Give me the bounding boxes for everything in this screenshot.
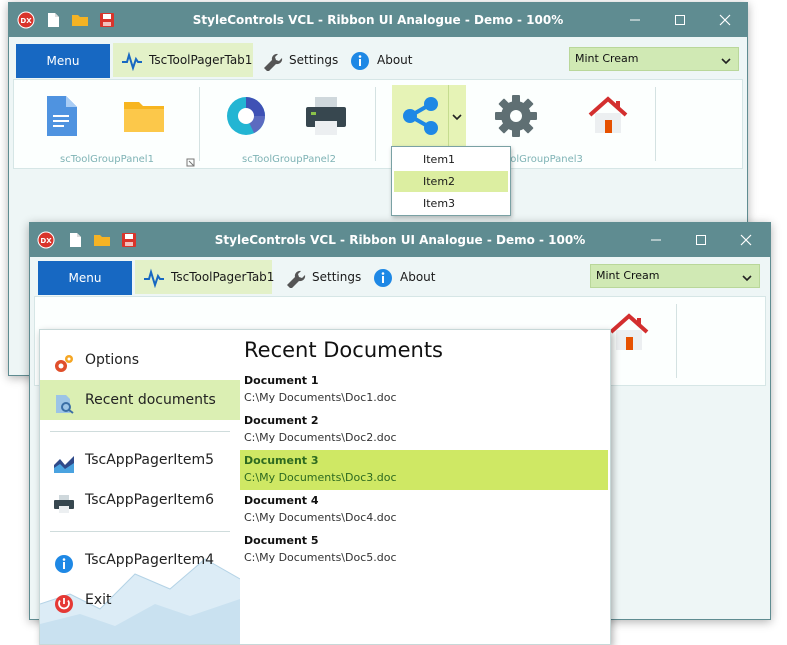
recent-document-item-selected[interactable]: Document 3 C:\My Documents\Doc3.doc xyxy=(240,450,608,490)
split-divider xyxy=(448,85,449,147)
group-caption: scToolGroupPanel2 xyxy=(242,154,336,165)
document-path: C:\My Documents\Doc3.doc xyxy=(244,471,397,484)
pulse-icon xyxy=(143,267,165,289)
group-separator xyxy=(375,87,376,161)
wrench-icon xyxy=(284,267,306,289)
minimize-icon[interactable] xyxy=(626,11,644,29)
document-name: Document 3 xyxy=(244,454,319,467)
maximize-icon[interactable] xyxy=(671,11,689,29)
app-pager-item-label: Options xyxy=(85,352,140,368)
style-combo[interactable]: Mint Cream xyxy=(569,47,739,71)
tab-label: About xyxy=(377,53,413,67)
tab-label: TscToolPagerTab1 xyxy=(171,270,275,284)
recent-documents-panel: Recent Documents Document 1 C:\My Docume… xyxy=(240,330,610,644)
sidebar-divider xyxy=(50,431,230,432)
tab-label: About xyxy=(400,270,436,284)
recent-docs-icon xyxy=(53,390,75,414)
tab-tsctoolpagertab1[interactable]: TscToolPagerTab1 xyxy=(113,43,253,77)
info-icon xyxy=(53,550,75,573)
wrench-icon xyxy=(261,50,283,72)
app-pager-item-recent-documents[interactable]: Recent documents xyxy=(40,380,240,420)
app-pager-item-4[interactable]: TscAppPagerItem4 xyxy=(40,540,240,580)
document-icon[interactable] xyxy=(39,93,85,139)
pulse-icon xyxy=(121,50,143,72)
main-window-front: DX StyleControls VCL - Ribbon UI Analogu… xyxy=(29,222,771,645)
group-separator xyxy=(199,87,200,161)
style-combo[interactable]: Mint Cream xyxy=(590,264,760,288)
folder-icon[interactable] xyxy=(121,93,167,139)
document-path: C:\My Documents\Doc5.doc xyxy=(244,551,397,564)
power-icon xyxy=(53,590,75,613)
home-icon[interactable] xyxy=(585,93,631,139)
app-pager-item-label: TscAppPagerItem5 xyxy=(85,452,215,468)
minimize-icon[interactable] xyxy=(647,231,665,249)
info-icon xyxy=(372,267,394,287)
share-icon xyxy=(398,93,444,139)
style-combo-value: Mint Cream xyxy=(575,52,639,65)
menu-button[interactable]: Menu xyxy=(38,261,132,295)
app-pager-item-exit[interactable]: Exit xyxy=(40,580,240,620)
sidebar-divider xyxy=(50,531,230,532)
recent-document-item[interactable]: Document 2 C:\My Documents\Doc2.doc xyxy=(240,410,608,450)
menu-item-item3[interactable]: Item3 xyxy=(394,193,508,214)
menu-item-item2[interactable]: Item2 xyxy=(394,171,508,192)
tab-label: Settings xyxy=(289,53,339,67)
app-pager-sidebar: Options Recent documents TscAppPagerItem… xyxy=(40,330,240,644)
printer-icon[interactable] xyxy=(303,93,349,139)
menu-item-item1[interactable]: Item1 xyxy=(394,149,508,170)
tab-label: TscToolPagerTab1 xyxy=(149,53,253,67)
window-body: Menu TscToolPagerTab1 Settings About Min… xyxy=(30,257,770,645)
app-pager-item-6[interactable]: TscAppPagerItem6 xyxy=(40,480,240,520)
group-separator xyxy=(676,304,677,378)
tab-label: Settings xyxy=(312,270,362,284)
recent-document-item[interactable]: Document 1 C:\My Documents\Doc1.doc xyxy=(240,370,608,410)
gears-icon xyxy=(53,350,75,372)
tab-tsctoolpagertab1[interactable]: TscToolPagerTab1 xyxy=(135,260,275,294)
chart-icon xyxy=(53,450,75,473)
title-bar: DX StyleControls VCL - Ribbon UI Analogu… xyxy=(30,223,770,257)
document-path: C:\My Documents\Doc1.doc xyxy=(244,391,397,404)
app-pager-item-5[interactable]: TscAppPagerItem5 xyxy=(40,440,240,480)
document-name: Document 2 xyxy=(244,414,319,427)
pie-chart-icon[interactable] xyxy=(223,93,269,139)
gear-icon[interactable] xyxy=(493,93,539,139)
group-caption: scToolGroupPanel1 xyxy=(60,154,154,165)
app-pager: Options Recent documents TscAppPagerItem… xyxy=(39,329,611,645)
close-icon[interactable] xyxy=(737,231,755,249)
share-dropdown-menu: Item1 Item2 Item3 xyxy=(391,146,511,216)
tab-settings[interactable]: Settings xyxy=(253,43,341,77)
document-name: Document 1 xyxy=(244,374,319,387)
chevron-down-icon xyxy=(450,109,464,123)
share-split-button[interactable] xyxy=(392,85,466,147)
document-name: Document 5 xyxy=(244,534,319,547)
chevron-down-icon xyxy=(741,270,753,282)
document-name: Document 4 xyxy=(244,494,319,507)
home-icon[interactable] xyxy=(606,310,652,356)
document-path: C:\My Documents\Doc2.doc xyxy=(244,431,397,444)
recent-document-item[interactable]: Document 4 C:\My Documents\Doc4.doc xyxy=(240,490,608,530)
dialog-launcher-icon[interactable] xyxy=(186,153,196,167)
app-pager-item-label: Exit xyxy=(85,592,112,608)
menu-button[interactable]: Menu xyxy=(16,44,110,78)
close-icon[interactable] xyxy=(716,11,734,29)
app-pager-item-label: Recent documents xyxy=(85,392,216,408)
maximize-icon[interactable] xyxy=(692,231,710,249)
tab-settings[interactable]: Settings xyxy=(276,260,364,294)
recent-document-item[interactable]: Document 5 C:\My Documents\Doc5.doc xyxy=(240,530,608,570)
info-icon xyxy=(349,50,371,70)
title-bar: DX StyleControls VCL - Ribbon UI Analogu… xyxy=(9,3,747,37)
document-path: C:\My Documents\Doc4.doc xyxy=(244,511,397,524)
app-pager-item-options[interactable]: Options xyxy=(40,340,240,380)
tab-about[interactable]: About xyxy=(364,260,444,294)
group-separator xyxy=(655,87,656,161)
tab-about[interactable]: About xyxy=(341,43,421,77)
style-combo-value: Mint Cream xyxy=(596,269,660,282)
app-pager-item-label: TscAppPagerItem4 xyxy=(85,552,215,568)
app-pager-item-label: TscAppPagerItem6 xyxy=(85,492,215,508)
chevron-down-icon xyxy=(720,53,732,65)
printer-icon xyxy=(53,490,75,513)
recent-documents-title: Recent Documents xyxy=(244,338,443,362)
